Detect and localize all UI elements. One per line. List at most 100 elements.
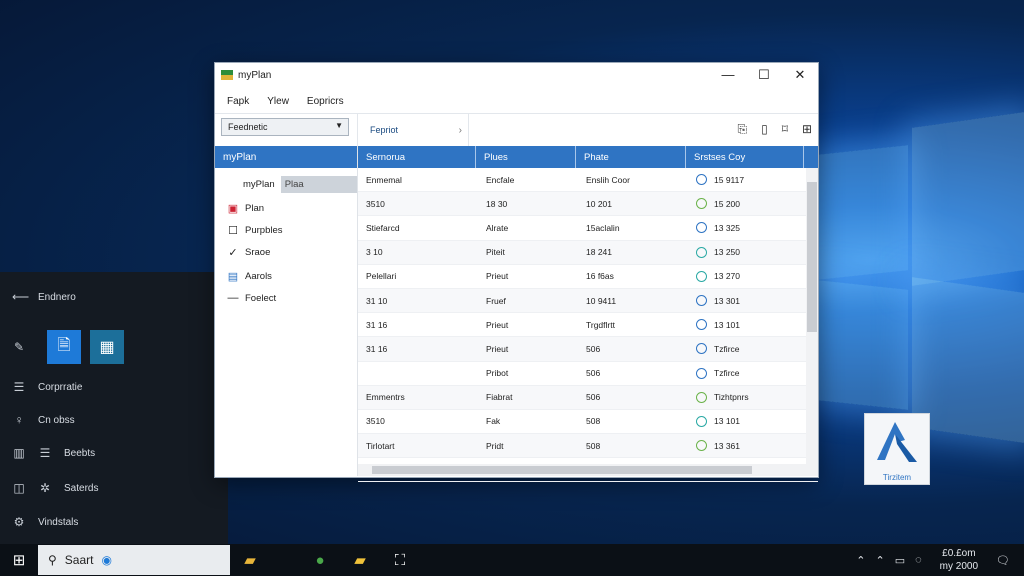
table-row[interactable]: 3510 18 30 10 201 15 200 — [358, 192, 818, 217]
cell-text: 13 101 — [714, 416, 740, 427]
clipboard-icon[interactable]: ▯ — [761, 122, 768, 137]
chevron-up-icon[interactable]: ⌃ — [876, 554, 885, 567]
start-menu-item-obs[interactable]: ♀ Cn obss — [12, 413, 75, 427]
scrollbar-thumb[interactable] — [807, 182, 817, 332]
table-row[interactable]: Stiefarcd Alrate 15aclalin 13 325 — [358, 216, 818, 241]
table-row[interactable]: 31 10 Fruef 10 9411 13 301 — [358, 288, 818, 314]
start-button[interactable]: ⊞ — [0, 544, 38, 576]
nav-item-label: Aarols — [245, 271, 272, 282]
table-row[interactable]: Emmentrs Fiabrat 506 Tizhtpnrs — [358, 385, 818, 410]
bookmark-icon[interactable]: ⌑ — [782, 122, 788, 137]
cell-text: 506 — [586, 392, 601, 403]
cell-text: Encfale — [486, 174, 515, 185]
nav-item-label: myPlan — [243, 179, 275, 190]
nav-item-aarols[interactable]: ▤ Aarols — [227, 270, 272, 283]
status-circle-icon[interactable] — [696, 440, 707, 452]
menu-item-view[interactable]: Ylew — [267, 96, 289, 107]
table-row[interactable]: Pribot 506 Tzfirce — [358, 362, 818, 386]
cell-text: 13 101 — [714, 319, 740, 330]
toolbar: Feednetic ▼ Fepriot › ⎘ ▯ ⌑ ⊞ — [215, 113, 818, 147]
status-circle-icon[interactable] — [696, 246, 707, 258]
battery-icon[interactable]: ▭ — [895, 554, 905, 567]
table-row[interactable]: Pelellari Prieut 16 f6as 13 270 — [358, 265, 818, 289]
start-menu-item-beebts[interactable]: ▥ ☰ Beebts — [12, 446, 95, 460]
column-header[interactable]: Plues — [476, 146, 576, 168]
tab-report[interactable]: Fepriot › — [357, 114, 469, 146]
app-tile-document[interactable]: 🗎 — [47, 330, 81, 364]
store-icon: ⛶ — [394, 551, 406, 569]
taskbar-app-green[interactable]: ● — [300, 544, 340, 576]
start-menu-item-settings[interactable]: ⚙ Vindstals — [12, 515, 79, 529]
table-row[interactable]: 31 16 Prieut Trgdflrtt 13 101 — [358, 313, 818, 338]
wallpaper-light-beam — [818, 280, 908, 410]
checkbox-icon: ☐ — [228, 225, 238, 237]
cell-text: 18 30 — [486, 198, 508, 209]
status-circle-icon[interactable] — [696, 270, 707, 282]
taskbar-app-files[interactable]: ▰ — [340, 544, 380, 576]
table-row[interactable]: 3510 Fak 508 13 101 — [358, 410, 818, 435]
column-header[interactable]: Sernorua — [358, 146, 476, 168]
maximize-button[interactable]: ☐ — [746, 67, 782, 83]
taskbar-app-store[interactable]: ⛶ — [380, 544, 420, 576]
chevron-up-icon[interactable]: ⌃ — [856, 554, 865, 567]
logo-icon — [877, 422, 917, 462]
table-cell: Piteit — [476, 241, 576, 264]
clock[interactable]: £0.£om my 2000 — [932, 547, 986, 573]
menu-item-file[interactable]: Fapk — [227, 96, 249, 107]
gear-icon: ✲ — [39, 481, 51, 495]
cell-text: 13 301 — [714, 295, 740, 306]
chevron-down-icon: ▼ — [335, 121, 343, 130]
column-header[interactable]: Srstses Coy — [686, 146, 804, 168]
notification-icon[interactable]: 🗨 — [996, 554, 1024, 567]
menu-item-options[interactable]: Eopricrs — [307, 96, 344, 107]
minimize-button[interactable]: — — [710, 67, 746, 83]
nav-item-foelect[interactable]: — Foelect — [227, 292, 277, 304]
start-menu-item-pen[interactable]: ✎ — [12, 340, 26, 354]
table-cell: 508 — [576, 434, 686, 457]
status-circle-icon[interactable] — [696, 295, 707, 307]
settings-icon[interactable]: ⊞ — [802, 122, 812, 137]
status-circle-icon[interactable] — [696, 367, 707, 379]
table-cell: 13 250 — [686, 241, 804, 264]
title-bar[interactable]: myPlan — ☐ ✕ — [215, 63, 818, 87]
taskbar-search[interactable]: ⚲ Saart ◉ — [38, 545, 230, 575]
status-circle-icon[interactable] — [696, 222, 707, 234]
status-circle-icon[interactable] — [696, 198, 707, 210]
cell-text: 508 — [586, 440, 601, 451]
nav-item-myplan[interactable]: myPlan Plaa — [243, 176, 357, 193]
nav-selected-item[interactable]: Plaa — [280, 176, 357, 193]
share-icon[interactable]: ⎘ — [738, 122, 748, 137]
vertical-scrollbar[interactable] — [806, 168, 818, 464]
nav-item-plan[interactable]: ▣ Plan — [227, 202, 264, 215]
status-circle-icon[interactable] — [696, 174, 707, 186]
table-row[interactable]: Enmemal Encfale Enslih Coor 15 9117 — [358, 168, 818, 193]
taskbar-app-explorer[interactable]: ▰ — [230, 544, 270, 576]
table-row[interactable]: 3 10 Piteit 18 241 13 250 — [358, 240, 818, 265]
calendar-icon: ▣ — [227, 203, 239, 215]
clock-date: my 2000 — [939, 561, 979, 572]
nav-item-sraoe[interactable]: ✓ Sraoe — [227, 246, 270, 259]
status-circle-icon[interactable] — [696, 343, 707, 355]
app-tile-store[interactable]: ▦ — [90, 330, 124, 364]
cell-text: Enslih Coor — [586, 174, 630, 185]
cell-text: Tzfirce — [714, 368, 740, 379]
column-header[interactable]: Phate — [576, 146, 686, 168]
horizontal-scrollbar[interactable] — [358, 464, 818, 476]
start-menu-item-corporate[interactable]: ☰ Corprratie — [12, 380, 83, 394]
start-menu-item-label: Beebts — [64, 447, 96, 459]
filter-dropdown[interactable]: Feednetic ▼ — [221, 118, 349, 136]
close-button[interactable]: ✕ — [782, 67, 818, 83]
start-menu-item-back[interactable]: ⟵ Endnero — [12, 290, 76, 304]
table-row[interactable]: 31 16 Prieut 506 Tzfirce — [358, 337, 818, 362]
table-row[interactable]: Tirlotart Pridt 508 13 361 — [358, 434, 818, 459]
network-icon[interactable]: ◌ — [915, 554, 922, 566]
scrollbar-thumb[interactable] — [372, 466, 752, 474]
status-circle-icon[interactable] — [696, 415, 707, 427]
cell-text: Tirlotart — [366, 440, 395, 451]
status-circle-icon[interactable] — [696, 391, 707, 403]
start-menu-item-saterds[interactable]: ◫ ✲ Saterds — [12, 481, 98, 495]
table-cell: Trgdflrtt — [576, 313, 686, 336]
dash-icon: — — [227, 292, 239, 304]
nav-item-purpbles[interactable]: ☐ Purpbles — [227, 224, 282, 237]
status-circle-icon[interactable] — [696, 319, 707, 331]
